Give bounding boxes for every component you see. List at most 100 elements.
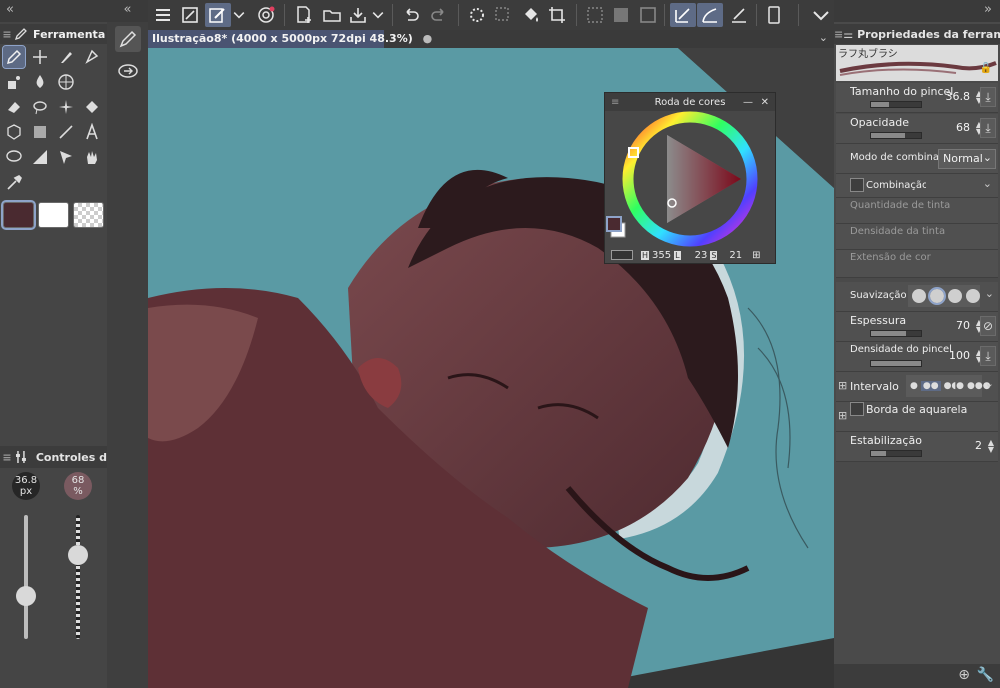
transparent-color-swatch[interactable] [73,202,104,228]
opacity-slider-knob[interactable] [68,544,88,565]
color-wheel-titlebar[interactable]: ≡ Roda de cores — ✕ [605,93,775,111]
menu-icon[interactable]: ≡ [0,28,14,41]
quick-access-button[interactable] [205,3,231,27]
undo-button[interactable] [398,3,424,27]
blend-mode-select[interactable]: Normal ⌄ [938,149,996,169]
chevron-down-icon[interactable]: ⌄ [983,177,992,190]
main-color-swatch[interactable] [1,200,36,230]
menu-icon[interactable]: ≡ [0,451,14,464]
toolbar-more-dropdown[interactable] [808,3,834,27]
invert-selection-button[interactable] [608,3,634,27]
ruler-tool-button[interactable] [29,146,51,168]
interval-wide-option[interactable]: ●◖● [944,381,964,391]
brush-density-bar[interactable] [870,360,922,367]
antialiasing-selector[interactable] [908,285,980,307]
aa-weak-option[interactable] [928,287,946,305]
open-file-button[interactable] [319,3,345,27]
special-ruler-snap-button[interactable] [697,3,723,27]
interval-normal-option[interactable]: ●● [920,381,941,391]
brush-size-slider-track[interactable] [24,515,28,639]
expand-selection-button[interactable] [635,3,661,27]
stabilization-bar[interactable] [870,450,922,457]
operation-tool-button[interactable] [55,146,77,168]
fullscreen-button[interactable] [177,3,203,27]
aa-strong-option[interactable] [966,289,980,303]
clear-selection-button[interactable] [582,3,608,27]
thickness-value[interactable]: 70 [956,319,970,332]
minimize-icon[interactable]: — [743,97,753,108]
interval-narrow-option[interactable]: ● [910,381,918,391]
interval-selector[interactable]: ● ●● ●◖● ●●● [906,375,991,397]
tab-list-chevron-icon[interactable]: ⌄ [819,31,828,44]
aa-medium-option[interactable] [948,289,962,303]
fill-button[interactable] [518,3,544,27]
chevron-down-icon[interactable]: ⌄ [985,377,994,390]
balloon-tool-button[interactable] [3,146,25,168]
sub-color-swatch[interactable] [38,202,69,228]
watercolor-edge-checkbox[interactable] [850,402,864,416]
save-dropdown[interactable] [370,3,386,27]
airbrush-tool-button[interactable] [3,71,25,93]
eyedropper-tool-button[interactable] [3,172,25,194]
fill-tool-button[interactable] [81,96,103,118]
clear-button[interactable] [464,3,490,27]
document-tab[interactable]: Ilustração8* (4000 x 5000px 72dpi 48.3%)… [148,30,432,48]
save-button[interactable] [345,3,371,27]
text-tool-button[interactable] [81,121,103,143]
brush-density-preset-button[interactable]: ⤓ [980,346,996,366]
expand-plus-icon[interactable]: ⊞ [838,409,847,422]
menu-icon[interactable]: ≡ [611,97,619,108]
menu-icon[interactable]: ≡ [834,28,843,41]
hue-wheel[interactable] [605,111,775,247]
sub-tool-pen-button[interactable] [115,26,141,52]
grid-tool-button[interactable] [55,71,77,93]
auto-select-tool-button[interactable] [29,46,51,68]
reset-icon[interactable]: ⊕ [958,667,970,683]
blend-tool-button[interactable] [29,71,51,93]
companion-button[interactable] [253,3,279,27]
chevron-down-icon[interactable]: ⌄ [985,287,994,300]
pen-tool-button[interactable] [2,45,26,69]
expand-plus-icon[interactable]: ⊞ [838,379,847,392]
quick-access-dropdown[interactable] [231,3,247,27]
line-tool-button[interactable] [55,121,77,143]
brush-density-value[interactable]: 100 [949,349,970,362]
ruler-snap-button[interactable] [670,3,696,27]
brush-size-bar[interactable] [870,101,922,108]
color-mode-toggle[interactable] [611,250,633,260]
collapse-arrows-icon[interactable]: « [6,2,14,17]
wrench-icon[interactable]: 🔧 [977,667,994,683]
opacity-bar[interactable] [870,132,922,139]
redo-button[interactable] [426,3,452,27]
close-icon[interactable]: ✕ [761,97,769,108]
stabilization-value[interactable]: 2 [975,439,982,452]
lasso-tool-button[interactable] [29,96,51,118]
brush-size-value[interactable]: 36.8 [946,90,971,103]
sub-tool-extra-button[interactable] [115,58,141,84]
thickness-bar[interactable] [870,330,922,337]
brush-size-preset-button[interactable]: ⤓ [980,87,996,107]
brush-size-slider-knob[interactable] [16,585,36,606]
eraser-tool-button[interactable] [3,96,25,118]
opacity-preset-button[interactable]: ⤓ [980,118,996,138]
lock-icon[interactable]: 🔓 [980,63,992,74]
magic-wand-tool-button[interactable] [55,96,77,118]
brush-tool-button[interactable] [55,46,77,68]
grid-snap-button[interactable] [726,3,752,27]
collapse-arrows-icon[interactable]: » [834,0,1000,22]
gradient-tool-button[interactable] [29,121,51,143]
3d-tool-button[interactable] [3,121,25,143]
opacity-slider-track[interactable] [76,515,80,639]
collapse-arrows-icon[interactable]: « [107,0,148,22]
vector-pen-tool-button[interactable] [81,46,103,68]
color-space-icon[interactable]: ⊞ [752,250,760,261]
color-blend-checkbox[interactable] [850,178,864,192]
crop-button[interactable] [544,3,570,27]
opacity-value[interactable]: 68 [956,121,970,134]
smartphone-button[interactable] [761,3,787,27]
select-all-button[interactable] [490,3,516,27]
new-file-button[interactable] [291,3,317,27]
thickness-direction-button[interactable]: ⊘ [980,316,996,336]
aa-none-option[interactable] [912,289,926,303]
hand-tool-button[interactable] [81,146,103,168]
